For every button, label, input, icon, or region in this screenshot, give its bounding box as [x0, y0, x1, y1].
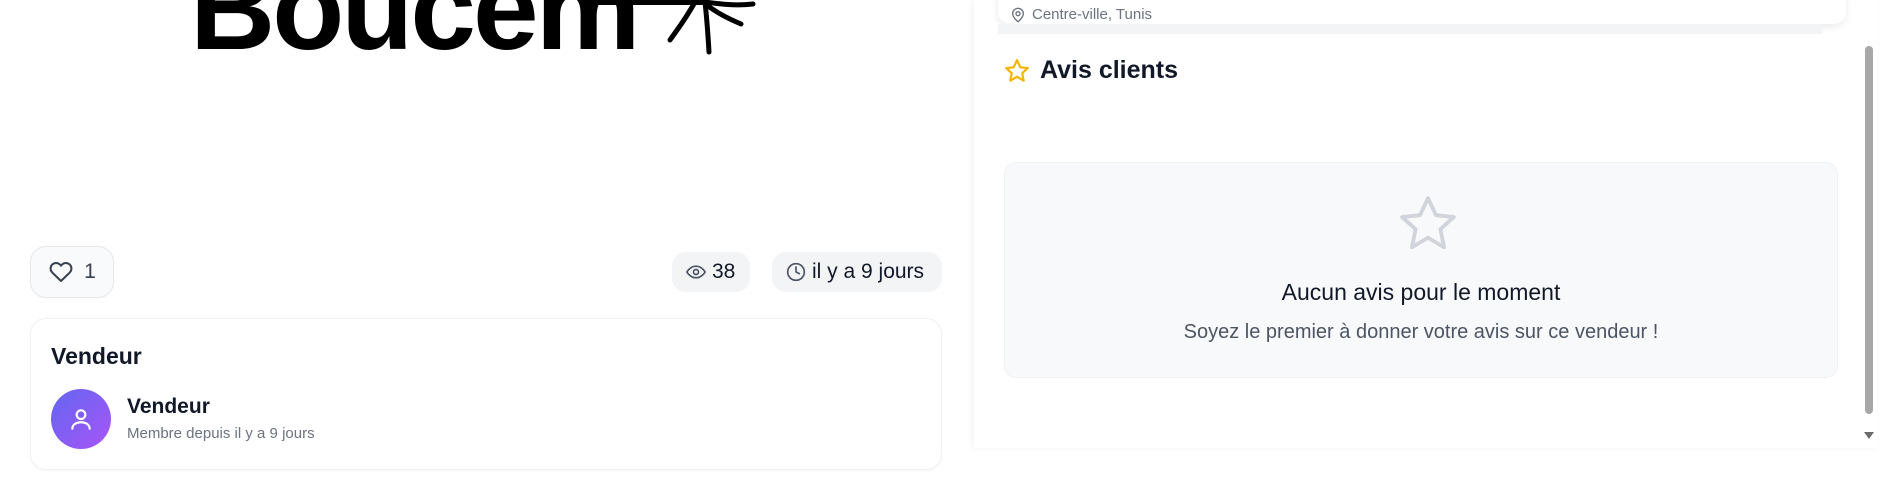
map-pin-icon [1012, 7, 1024, 22]
empty-star-icon [1400, 196, 1456, 250]
heart-icon [49, 262, 73, 282]
reviews-header: Avis clients [1004, 56, 1178, 85]
location-row: Centre-ville, Tunis [1010, 6, 1152, 23]
empty-reviews-title: Aucun avis pour le moment [1281, 279, 1561, 305]
listing-image: Boucem [0, 0, 960, 230]
reviews-title: Avis clients [1040, 56, 1179, 84]
like-button[interactable]: 1 [30, 246, 114, 298]
views-count: 38 [712, 260, 736, 283]
seller-card: Vendeur Vendeur Membre depuis il y a 9 j… [30, 318, 942, 470]
empty-reviews-state: Aucun avis pour le moment Soyez le premi… [1004, 162, 1838, 378]
location-text: Centre-ville, Tunis [1032, 6, 1153, 23]
posted-time-badge: il y a 9 jours [772, 252, 942, 292]
seller-member-since: Membre depuis il y a 9 jours [127, 425, 315, 442]
seller-name[interactable]: Vendeur [127, 395, 210, 419]
scroll-down-arrow-icon[interactable] [1864, 432, 1874, 439]
star-icon [1005, 58, 1029, 82]
posted-time-text: il y a 9 jours [812, 260, 925, 283]
location-card-underline [998, 24, 1822, 34]
listing-logo-text: Boucem [190, 0, 641, 75]
views-badge: 38 [672, 252, 750, 292]
seller-reviews-panel: Centre-ville, Tunis Avis clients Aucun a… [974, 0, 1878, 448]
clock-icon [786, 262, 806, 282]
seller-section-title: Vendeur [51, 343, 142, 369]
eye-icon [686, 265, 706, 279]
like-count: 1 [84, 260, 96, 283]
logo-branch-drawing [585, 0, 756, 55]
user-icon [71, 409, 91, 430]
avatar[interactable] [51, 389, 111, 449]
scrollbar-thumb[interactable] [1865, 46, 1873, 414]
panel-scrollbar[interactable] [1862, 0, 1876, 448]
empty-reviews-subtitle: Soyez le premier à donner votre avis sur… [1183, 321, 1659, 343]
